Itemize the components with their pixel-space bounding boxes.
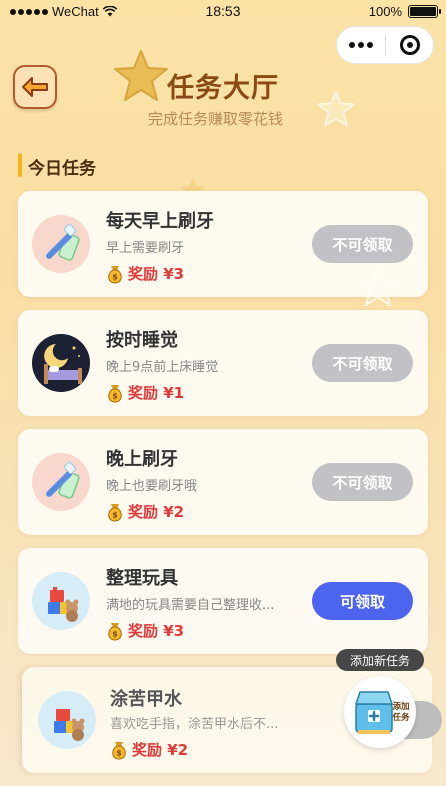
claim-button[interactable]: 不可领取 <box>312 225 413 263</box>
star-decoration-icon <box>317 91 355 127</box>
toothbrush-icon <box>32 215 90 273</box>
battery-icon <box>408 5 441 18</box>
status-bar: WeChat 18:53 100% <box>0 0 446 24</box>
task-name: 晚上刷牙 <box>106 449 178 470</box>
reward-amount: 奖励 ¥2 <box>128 503 185 521</box>
reward: $ 奖励 ¥3 <box>106 620 184 641</box>
task-description: 满地的玩具需要自己整理收... <box>106 598 275 613</box>
target-icon <box>399 35 420 55</box>
task-name: 整理玩具 <box>106 568 178 589</box>
fab-label-line2: 任务 <box>391 712 410 723</box>
task-description: 晚上9点前上床睡觉 <box>106 360 219 375</box>
money-bag-icon: $ <box>108 384 122 403</box>
toothbrush-icon <box>32 453 90 511</box>
task-description: 晚上也要刷牙哦 <box>106 479 198 494</box>
treasure-chest-icon: 添加 任务 <box>354 691 410 734</box>
claim-button[interactable]: 不可领取 <box>312 344 413 382</box>
close-miniprogram-button[interactable] <box>386 35 433 55</box>
reward-amount: 奖励 ¥1 <box>128 384 185 402</box>
section-accent-bar <box>18 153 22 177</box>
toys-icon <box>32 572 90 630</box>
add-task-button[interactable]: 添加 任务 <box>344 676 416 748</box>
add-task-tooltip: 添加新任务 <box>336 649 424 671</box>
arrow-left-icon <box>22 77 48 97</box>
claim-button[interactable]: 不可领取 <box>312 463 413 501</box>
task-name: 涂苦甲水 <box>110 689 182 710</box>
reward: $ 奖励 ¥3 <box>106 263 184 284</box>
reward-amount: 奖励 ¥3 <box>128 265 185 283</box>
page-title: 任务大厅 <box>167 73 279 104</box>
svg-text:$: $ <box>116 748 122 757</box>
task-name: 按时睡觉 <box>106 330 178 351</box>
fab-label-line1: 添加 <box>392 701 409 712</box>
task-description: 早上需要刷牙 <box>106 241 185 256</box>
moon-bed-icon <box>32 334 90 392</box>
svg-text:$: $ <box>112 629 118 638</box>
money-bag-icon: $ <box>108 503 122 522</box>
miniprogram-capsule <box>336 26 434 64</box>
reward: $ 奖励 ¥2 <box>110 739 188 760</box>
task-card: 晚上刷牙 晚上也要刷牙哦 $ 奖励 ¥2 不可领取 <box>18 429 428 535</box>
back-button[interactable] <box>13 65 57 109</box>
svg-text:$: $ <box>112 510 118 519</box>
toys-icon <box>38 691 96 749</box>
money-bag-icon: $ <box>108 622 122 641</box>
section-title: 今日任务 <box>28 159 96 179</box>
svg-text:$: $ <box>112 272 118 281</box>
star-decoration-icon <box>114 50 168 101</box>
money-bag-icon: $ <box>112 741 126 760</box>
reward: $ 奖励 ¥2 <box>106 501 184 522</box>
reward: $ 奖励 ¥1 <box>106 382 184 403</box>
battery-percent: 100% <box>368 4 402 19</box>
svg-text:$: $ <box>112 391 118 400</box>
task-card: 按时睡觉 晚上9点前上床睡觉 $ 奖励 ¥1 不可领取 <box>18 310 428 416</box>
task-name: 每天早上刷牙 <box>106 211 214 232</box>
claim-button[interactable]: 可领取 <box>312 582 413 620</box>
page-subtitle: 完成任务赚取零花钱 <box>148 110 284 128</box>
more-icon[interactable] <box>337 42 385 48</box>
task-description: 喜欢吃手指，涂苦甲水后不... <box>110 717 279 732</box>
reward-amount: 奖励 ¥2 <box>132 741 189 759</box>
reward-amount: 奖励 ¥3 <box>128 622 185 640</box>
task-card: 整理玩具 满地的玩具需要自己整理收... $ 奖励 ¥3 可领取 <box>18 548 428 654</box>
task-card: 每天早上刷牙 早上需要刷牙 $ 奖励 ¥3 不可领取 <box>18 191 428 297</box>
money-bag-icon: $ <box>108 265 122 284</box>
